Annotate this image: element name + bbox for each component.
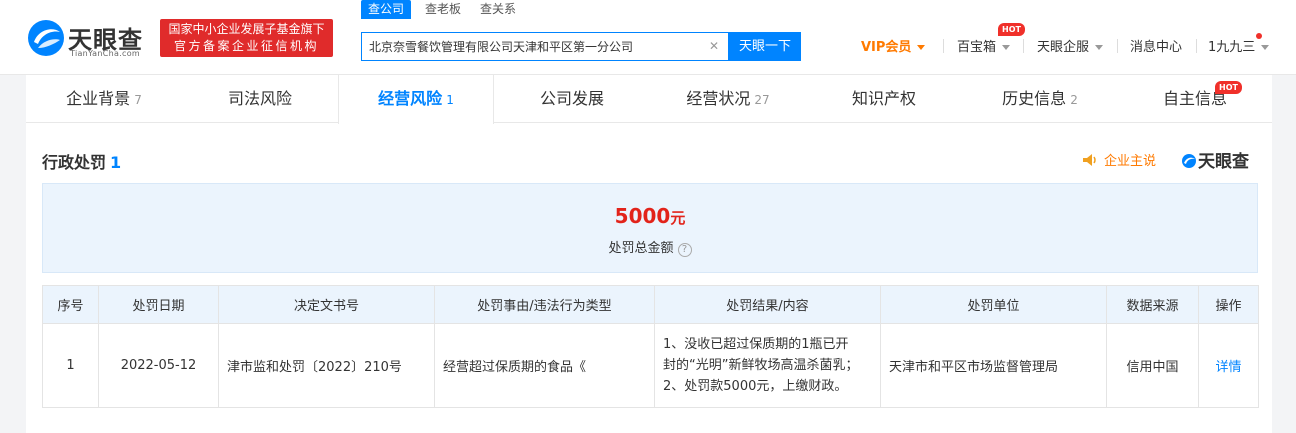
speaker-icon (1083, 154, 1096, 166)
result-line: 2、处罚款5000元，上缴财政。 (663, 379, 848, 394)
user-name: 1九九三 (1208, 40, 1256, 55)
column-header: 处罚结果/内容 (654, 285, 881, 324)
column-header: 处罚单位 (880, 285, 1107, 324)
cell-index: 1 (42, 323, 99, 408)
section-count: 1 (110, 153, 122, 172)
tab-label: 知识产权 (851, 89, 916, 108)
detail-link[interactable]: 详情 (1215, 360, 1241, 375)
owner-statement-link[interactable]: 企业主说 (1082, 150, 1156, 169)
treasure-label: 百宝箱 (957, 40, 997, 55)
brand-mark-text: 天眼查 (1198, 152, 1249, 172)
gov-badge-line2: 官方备案企业征信机构 (173, 39, 319, 53)
tab-business-status[interactable]: 经营状况 27 (650, 75, 806, 123)
enterprise-menu[interactable]: 天眼企服 (1037, 36, 1104, 56)
search-tab-relation[interactable]: 查关系 (480, 0, 516, 19)
cell-doc-number: 津市监和处罚〔2022〕210号 (218, 323, 435, 408)
search-button[interactable]: 天眼一下 (729, 32, 801, 61)
tab-count: 1 (446, 93, 454, 107)
nav-divider (1196, 39, 1197, 53)
user-menu[interactable]: 1九九三 (1208, 36, 1270, 56)
logo-icon (1182, 154, 1196, 168)
tab-operating-risk[interactable]: 经营风险 1 (338, 75, 494, 124)
tab-history[interactable]: 历史信息 2 (962, 75, 1118, 123)
hot-badge: HOT (1215, 81, 1242, 94)
tab-label: 经营风险 (378, 89, 443, 108)
nav-divider (1117, 39, 1118, 53)
cell-source: 信用中国 (1106, 323, 1199, 408)
messages-link[interactable]: 消息中心 (1130, 36, 1182, 56)
logo-icon (28, 20, 64, 56)
help-icon[interactable]: ? (677, 243, 692, 257)
chevron-down-icon (1095, 45, 1104, 50)
column-header: 处罚日期 (98, 285, 219, 324)
tab-label: 经营状况 (686, 89, 751, 108)
tab-count: 7 (134, 93, 142, 107)
clear-icon[interactable]: ✕ (709, 39, 719, 53)
tab-enterprise-background[interactable]: 企业背景 7 (26, 75, 182, 123)
tab-judicial-risk[interactable]: 司法风险 (182, 75, 338, 123)
table-row: 1 2022-05-12 津市监和处罚〔2022〕210号 经营超过保质期的食品… (42, 323, 1259, 408)
result-line: 1、没收已超过保质期的1瓶已开 (663, 337, 849, 352)
tab-label: 司法风险 (227, 89, 292, 108)
gov-badge: 国家中小企业发展子基金旗下 官方备案企业征信机构 (160, 19, 333, 57)
column-header: 决定文书号 (218, 285, 435, 324)
cell-reason: 经营超过保质期的食品《 (434, 323, 655, 408)
chevron-down-icon (1261, 45, 1270, 50)
total-amount: 5000元 (43, 204, 1257, 228)
section-title-text: 行政处罚 (42, 153, 107, 172)
notification-dot (1256, 33, 1262, 39)
amount-value: 5000 (614, 204, 671, 228)
nav-divider (943, 39, 944, 53)
nav-divider (1023, 39, 1024, 53)
table-header-row: 序号 处罚日期 决定文书号 处罚事由/违法行为类型 处罚结果/内容 处罚单位 数… (42, 285, 1259, 324)
result-line: 封的“光明”新鲜牧场高温杀菌乳； (663, 358, 859, 373)
owner-link-label: 企业主说 (1104, 154, 1157, 169)
tab-label: 公司发展 (539, 89, 604, 108)
top-header: 天眼查 TianYanCha.com 国家中小企业发展子基金旗下 官方备案企业征… (0, 0, 1296, 75)
penalty-table: 序号 处罚日期 决定文书号 处罚事由/违法行为类型 处罚结果/内容 处罚单位 数… (42, 285, 1259, 408)
search-tab-boss[interactable]: 查老板 (425, 0, 461, 19)
enterprise-label: 天眼企服 (1037, 40, 1090, 55)
tab-label: 历史信息 (1002, 89, 1067, 108)
tab-company-development[interactable]: 公司发展 (494, 75, 650, 123)
chevron-down-icon (917, 45, 926, 50)
gov-badge-line1: 国家中小企业发展子基金旗下 (168, 22, 325, 36)
tianyancha-logo[interactable]: 天眼查 TianYanCha.com (26, 18, 152, 60)
logo-domain: TianYanCha.com (70, 49, 140, 58)
vip-label: VIP会员 (861, 40, 912, 55)
column-header: 序号 (42, 285, 99, 324)
chevron-down-icon (1002, 45, 1011, 50)
cell-authority: 天津市和平区市场监督管理局 (880, 323, 1107, 408)
tab-count: 2 (1070, 93, 1078, 107)
search-input[interactable] (362, 33, 702, 60)
search-box: ✕ (361, 32, 729, 61)
column-header: 处罚事由/违法行为类型 (434, 285, 655, 324)
vip-menu[interactable]: VIP会员 (861, 36, 926, 56)
column-header: 操作 (1198, 285, 1259, 324)
penalty-summary: 5000元 处罚总金额? (42, 183, 1258, 273)
treasure-menu[interactable]: 百宝箱 (957, 36, 1011, 56)
cell-date: 2022-05-12 (98, 323, 219, 408)
cell-action: 详情 (1198, 323, 1259, 408)
category-tabs: 企业背景 7 司法风险 经营风险 1 公司发展 经营状况 27 知识产权 历史信息 2 … (26, 75, 1272, 124)
column-header: 数据来源 (1106, 285, 1199, 324)
section-title: 行政处罚 1 (42, 149, 121, 173)
amount-label-text: 处罚总金额 (608, 241, 674, 256)
tianyancha-watermark: 天眼查 (1181, 147, 1249, 172)
tab-intellectual-property[interactable]: 知识产权 (806, 75, 962, 123)
amount-unit: 元 (670, 209, 686, 227)
total-amount-label: 处罚总金额? (43, 237, 1257, 257)
main-panel: 企业背景 7 司法风险 经营风险 1 公司发展 经营状况 27 知识产权 历史信息 2 … (26, 75, 1272, 433)
tab-count: 27 (754, 93, 770, 107)
hot-badge: HOT (998, 23, 1025, 36)
search-tab-company[interactable]: 查公司 (361, 0, 412, 19)
tab-self-info[interactable]: 自主信息 (1118, 75, 1272, 123)
tab-label: 企业背景 (66, 89, 131, 108)
cell-result: 1、没收已超过保质期的1瓶已开 封的“光明”新鲜牧场高温杀菌乳； 2、处罚款50… (654, 323, 881, 408)
